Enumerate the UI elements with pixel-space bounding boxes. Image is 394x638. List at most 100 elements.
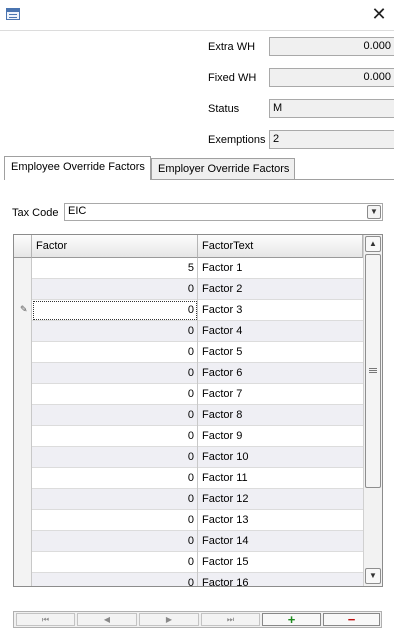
extra-wh-field[interactable]: 0.000 [269, 37, 394, 56]
row-selector[interactable]: ✎ [14, 300, 32, 321]
last-record-button[interactable]: ⏭ [201, 613, 260, 626]
title-bar: ✕ [0, 0, 394, 30]
exemptions-field[interactable]: 2 [269, 130, 394, 149]
vertical-scrollbar[interactable]: ▲ ▼ [363, 235, 382, 586]
row-selector-header [14, 235, 32, 258]
row-selector[interactable] [14, 384, 32, 405]
factor-cell[interactable]: 0 [32, 426, 198, 447]
table-row[interactable]: 0 Factor 6 [14, 363, 363, 384]
row-selector[interactable] [14, 321, 32, 342]
first-record-button[interactable]: ⏮ [16, 613, 75, 626]
delete-record-button[interactable]: − [323, 613, 380, 626]
factortext-cell[interactable]: Factor 13 [202, 510, 362, 531]
chevron-down-icon[interactable]: ▼ [367, 205, 381, 219]
factor-cell[interactable]: 0 [32, 405, 198, 426]
status-label: Status [208, 103, 240, 115]
tab-strip: Employer Override Factors Employee Overr… [4, 156, 394, 180]
factor-cell[interactable]: 0 [32, 573, 198, 586]
pencil-icon: ✎ [20, 304, 28, 314]
factortext-cell[interactable]: Factor 10 [202, 447, 362, 468]
table-row[interactable]: ✎ 0 Factor 3 [14, 300, 363, 321]
table-row[interactable]: 0 Factor 4 [14, 321, 363, 342]
factor-cell[interactable]: 0 [32, 321, 198, 342]
factortext-cell[interactable]: Factor 5 [202, 342, 362, 363]
row-selector[interactable] [14, 279, 32, 300]
scroll-thumb[interactable] [365, 254, 381, 488]
factor-cell[interactable]: 0 [32, 510, 198, 531]
factortext-cell[interactable]: Factor 6 [202, 363, 362, 384]
fixed-wh-label: Fixed WH [208, 72, 257, 84]
column-header-factortext[interactable]: FactorText [198, 235, 363, 258]
table-row[interactable]: 0 Factor 9 [14, 426, 363, 447]
table-row[interactable]: 0 Factor 16 [14, 573, 363, 586]
record-navigator: ⏮ ◀ ▶ ⏭ + − [13, 611, 382, 628]
table-row[interactable]: 5 Factor 1 [14, 258, 363, 279]
scroll-down-icon[interactable]: ▼ [365, 568, 381, 584]
factortext-cell[interactable]: Factor 4 [202, 321, 362, 342]
table-row[interactable]: 0 Factor 5 [14, 342, 363, 363]
factortext-cell[interactable]: Factor 16 [202, 573, 362, 586]
factortext-cell[interactable]: Factor 8 [202, 405, 362, 426]
table-row[interactable]: 0 Factor 13 [14, 510, 363, 531]
factortext-cell[interactable]: Factor 15 [202, 552, 362, 573]
table-row[interactable]: 0 Factor 2 [14, 279, 363, 300]
tax-code-value: EIC [68, 205, 87, 217]
factortext-cell[interactable]: Factor 14 [202, 531, 362, 552]
factortext-cell[interactable]: Factor 3 [202, 300, 362, 321]
row-selector[interactable] [14, 342, 32, 363]
factors-grid: Factor FactorText 5 Factor 1 0 Factor 2 ✎ 0 Fa… [13, 234, 383, 587]
close-button[interactable]: ✕ [368, 3, 390, 25]
table-row[interactable]: 0 Factor 8 [14, 405, 363, 426]
factor-cell[interactable]: 0 [32, 468, 198, 489]
factor-cell[interactable]: 0 [32, 300, 198, 321]
row-selector[interactable] [14, 468, 32, 489]
factor-cell[interactable]: 0 [32, 531, 198, 552]
grid-body: 5 Factor 1 0 Factor 2 ✎ 0 Factor 3 0 Factor 4 0 Fa… [14, 258, 363, 586]
grip-icon [369, 368, 377, 373]
factortext-cell[interactable]: Factor 1 [202, 258, 362, 279]
factor-cell[interactable]: 0 [32, 342, 198, 363]
table-row[interactable]: 0 Factor 12 [14, 489, 363, 510]
next-record-button[interactable]: ▶ [139, 613, 199, 626]
tax-code-select[interactable]: EIC ▼ [64, 203, 383, 221]
scroll-up-icon[interactable]: ▲ [365, 236, 381, 252]
app-icon [6, 8, 20, 20]
extra-wh-label: Extra WH [208, 41, 256, 53]
factor-cell[interactable]: 0 [32, 447, 198, 468]
row-selector[interactable] [14, 510, 32, 531]
add-record-button[interactable]: + [262, 613, 321, 626]
row-selector[interactable] [14, 426, 32, 447]
row-selector[interactable] [14, 552, 32, 573]
status-field[interactable]: M [269, 99, 394, 118]
table-row[interactable]: 0 Factor 11 [14, 468, 363, 489]
row-selector[interactable] [14, 531, 32, 552]
prev-record-button[interactable]: ◀ [77, 613, 137, 626]
factor-cell[interactable]: 5 [32, 258, 198, 279]
row-selector[interactable] [14, 447, 32, 468]
row-selector[interactable] [14, 489, 32, 510]
factortext-cell[interactable]: Factor 12 [202, 489, 362, 510]
fixed-wh-field[interactable]: 0.000 [269, 68, 394, 87]
tax-code-label: Tax Code [12, 207, 59, 219]
factortext-cell[interactable]: Factor 9 [202, 426, 362, 447]
factor-cell[interactable]: 0 [32, 489, 198, 510]
table-row[interactable]: 0 Factor 14 [14, 531, 363, 552]
table-row[interactable]: 0 Factor 10 [14, 447, 363, 468]
factortext-cell[interactable]: Factor 7 [202, 384, 362, 405]
factor-cell[interactable]: 0 [32, 384, 198, 405]
title-separator [0, 30, 394, 31]
row-selector[interactable] [14, 573, 32, 586]
table-row[interactable]: 0 Factor 15 [14, 552, 363, 573]
row-selector[interactable] [14, 363, 32, 384]
factor-cell[interactable]: 0 [32, 279, 198, 300]
row-selector[interactable] [14, 258, 32, 279]
factor-cell[interactable]: 0 [32, 363, 198, 384]
row-selector[interactable] [14, 405, 32, 426]
tab-employee-override-factors[interactable]: Employee Override Factors [4, 156, 151, 180]
factortext-cell[interactable]: Factor 11 [202, 468, 362, 489]
tab-employer-override-factors[interactable]: Employer Override Factors [151, 158, 295, 180]
table-row[interactable]: 0 Factor 7 [14, 384, 363, 405]
factor-cell[interactable]: 0 [32, 552, 198, 573]
factortext-cell[interactable]: Factor 2 [202, 279, 362, 300]
column-header-factor[interactable]: Factor [32, 235, 198, 258]
